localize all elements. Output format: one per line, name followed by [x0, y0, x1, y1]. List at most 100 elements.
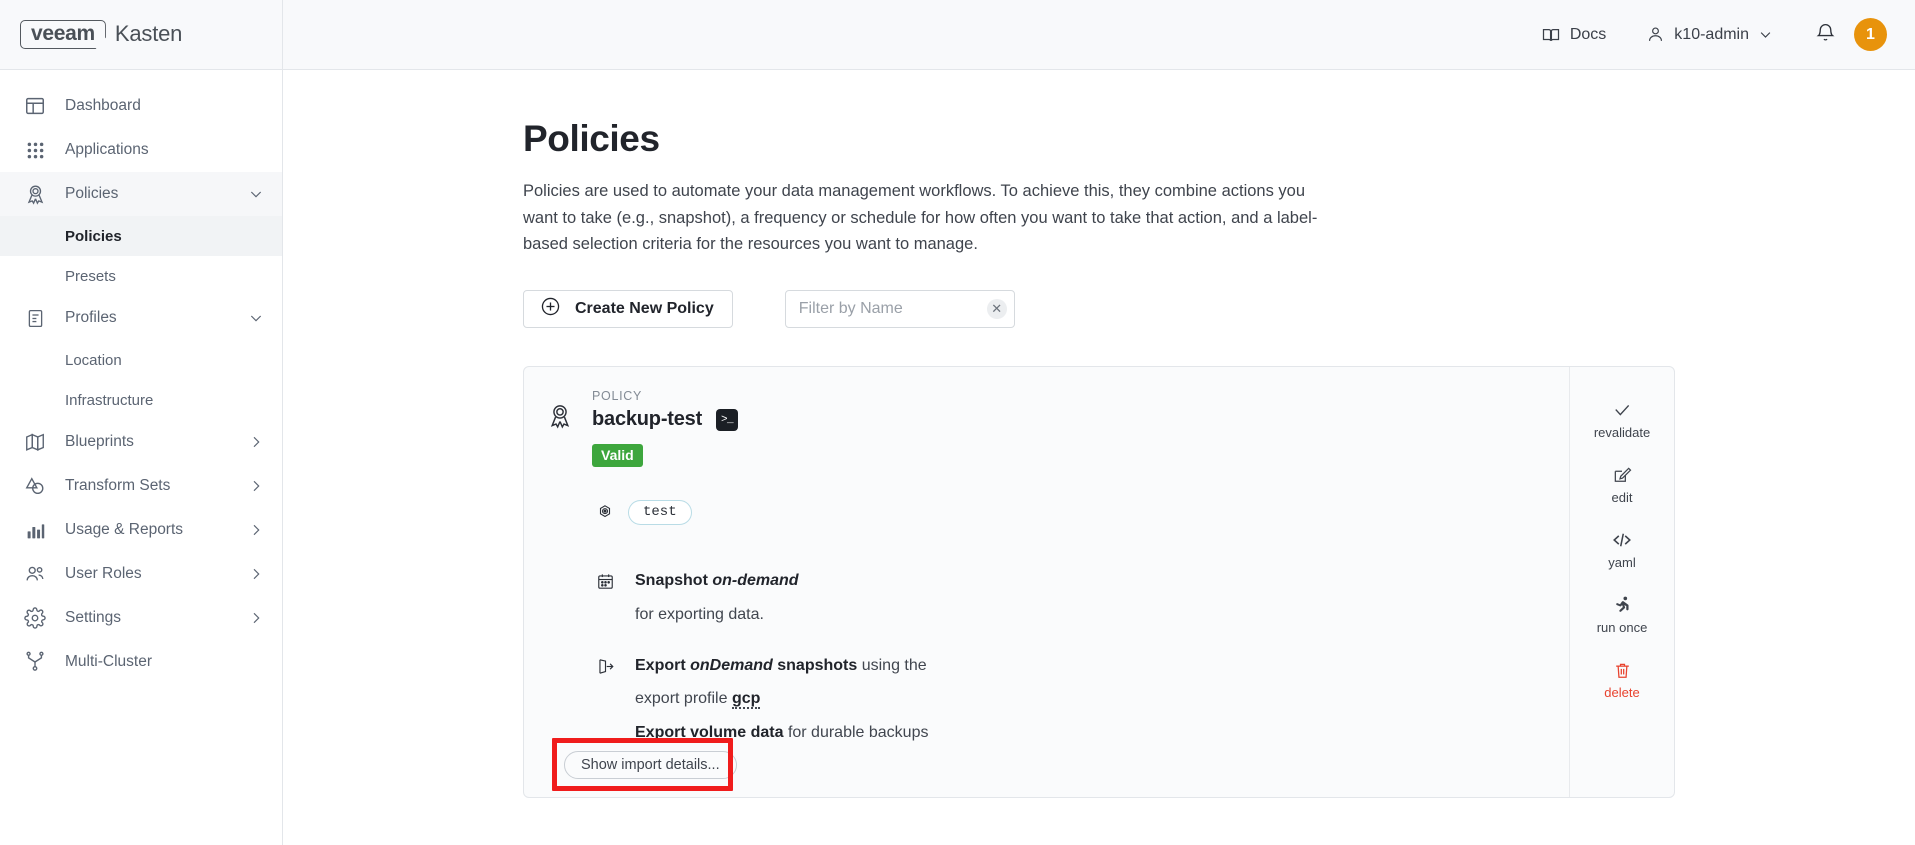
export-headline-rest: using the — [862, 657, 927, 674]
main-area: Docs k10-admin — [283, 0, 1915, 845]
chevron-down-icon — [1758, 27, 1773, 42]
snapshot-frequency-label: on-demand — [712, 572, 798, 589]
bar-chart-icon — [22, 517, 48, 543]
app-root: veeam Kasten Dashboard — [0, 0, 1915, 845]
book-icon — [1541, 25, 1561, 45]
policy-snapshot-action: Snapshot on-demand for exporting data. — [596, 570, 1569, 626]
page-description: Policies are used to automate your data … — [523, 178, 1328, 258]
gear-icon — [22, 605, 48, 631]
filter-input[interactable] — [785, 290, 1015, 328]
sidebar-item-policies-presets[interactable]: Presets — [0, 256, 282, 296]
sidebar-item-multi-cluster[interactable]: Multi-Cluster — [0, 640, 282, 684]
export-volume-label: Export volume data — [635, 724, 783, 741]
sidebar-item-label: Usage & Reports — [65, 521, 248, 539]
docs-label: Docs — [1570, 26, 1606, 44]
sidebar-item-label: User Roles — [65, 565, 248, 583]
sidebar-item-label: Multi-Cluster — [65, 653, 264, 671]
terminal-icon[interactable]: >_ — [716, 409, 738, 431]
plus-circle-icon — [540, 296, 561, 322]
yaml-action-button[interactable]: yaml — [1570, 529, 1674, 570]
edit-action-button[interactable]: edit — [1570, 464, 1674, 505]
revalidate-action-button[interactable]: revalidate — [1570, 399, 1674, 440]
policy-card: POLICY backup-test >_ Valid — [523, 366, 1675, 798]
sidebar-item-blueprints[interactable]: Blueprints — [0, 420, 282, 464]
ribbon-icon — [22, 181, 48, 207]
snapshot-text-block: Snapshot on-demand for exporting data. — [618, 570, 799, 626]
run-once-action-button[interactable]: run once — [1570, 594, 1674, 635]
sidebar-item-label: Blueprints — [65, 433, 248, 451]
export-volume-line: Export volume data for durable backups — [635, 722, 928, 745]
top-bar: Docs k10-admin — [283, 0, 1915, 70]
sidebar: veeam Kasten Dashboard — [0, 0, 283, 845]
policy-card-header: POLICY backup-test >_ Valid — [524, 389, 1569, 467]
chevron-right-icon — [248, 522, 264, 538]
dashboard-icon — [22, 93, 48, 119]
export-kind-label: onDemand — [690, 657, 773, 674]
delete-action-button[interactable]: delete — [1570, 659, 1674, 700]
shapes-icon — [22, 473, 48, 499]
kasten-wordmark: Kasten — [115, 21, 182, 47]
create-new-policy-button[interactable]: Create New Policy — [523, 290, 733, 328]
page-content: Policies Policies are used to automate y… — [283, 70, 1915, 798]
export-profile-name[interactable]: gcp — [732, 690, 760, 709]
sidebar-item-label: Dashboard — [65, 97, 264, 115]
policy-name[interactable]: backup-test — [592, 408, 702, 431]
code-icon — [1611, 529, 1633, 551]
action-label: delete — [1604, 685, 1639, 700]
sidebar-item-policies[interactable]: Policies — [0, 172, 282, 216]
sidebar-item-label: Applications — [65, 141, 264, 159]
action-label: edit — [1612, 490, 1633, 505]
clear-filter-button[interactable]: ✕ — [987, 299, 1007, 319]
runner-icon — [1612, 594, 1633, 616]
sidebar-subitem-label: Location — [65, 352, 122, 369]
import-details-zone: Show import details... — [564, 751, 737, 779]
users-icon — [22, 561, 48, 587]
sidebar-item-dashboard[interactable]: Dashboard — [0, 84, 282, 128]
sidebar-item-user-roles[interactable]: User Roles — [0, 552, 282, 596]
sidebar-item-label: Policies — [65, 185, 248, 203]
policy-name-row: backup-test >_ — [592, 408, 738, 431]
page-title: Policies — [523, 118, 1915, 160]
calendar-icon — [596, 572, 618, 626]
sidebar-item-profiles-location[interactable]: Location — [0, 340, 282, 380]
export-profile-prefix: export profile — [635, 690, 728, 707]
sidebar-nav: Dashboard Applications — [0, 70, 282, 845]
sidebar-item-profiles-infrastructure[interactable]: Infrastructure — [0, 380, 282, 420]
policy-card-actions: revalidate edit — [1569, 367, 1674, 797]
chevron-right-icon — [248, 434, 264, 450]
veeam-wordmark: veeam — [20, 20, 106, 49]
user-menu[interactable]: k10-admin — [1626, 25, 1793, 44]
export-object-label: snapshots — [777, 657, 857, 674]
export-icon — [596, 657, 618, 745]
grid-icon — [22, 137, 48, 163]
snapshot-headline: Snapshot on-demand — [635, 570, 799, 593]
action-label: run once — [1597, 620, 1648, 635]
notifications-bell-button[interactable] — [1793, 22, 1850, 48]
chevron-down-icon — [248, 186, 264, 202]
sidebar-item-profiles[interactable]: Profiles — [0, 296, 282, 340]
sidebar-item-label: Transform Sets — [65, 477, 248, 495]
bell-icon — [1815, 22, 1836, 48]
veeam-kasten-logo[interactable]: veeam Kasten — [20, 20, 182, 49]
sidebar-item-applications[interactable]: Applications — [0, 128, 282, 172]
docs-link[interactable]: Docs — [1521, 25, 1626, 45]
sidebar-item-transform-sets[interactable]: Transform Sets — [0, 464, 282, 508]
snapshot-action-label: Snapshot — [635, 572, 708, 589]
sidebar-item-policies-policies[interactable]: Policies — [0, 216, 282, 256]
sidebar-subitem-label: Infrastructure — [65, 392, 153, 409]
sidebar-item-label: Profiles — [65, 309, 248, 327]
check-icon — [1612, 399, 1632, 421]
export-volume-rest: for durable backups — [788, 724, 929, 741]
user-name-label: k10-admin — [1674, 26, 1749, 44]
show-import-details-button[interactable]: Show import details... — [564, 751, 737, 779]
export-headline: Export onDemand snapshots using the — [635, 655, 928, 678]
sidebar-item-label: Settings — [65, 609, 248, 627]
sidebar-item-settings[interactable]: Settings — [0, 596, 282, 640]
sidebar-item-usage-reports[interactable]: Usage & Reports — [0, 508, 282, 552]
notification-count-badge[interactable]: 1 — [1854, 18, 1887, 51]
ribbon-icon — [546, 402, 576, 467]
chevron-right-icon — [248, 566, 264, 582]
user-icon — [1646, 25, 1665, 44]
policy-export-action: Export onDemand snapshots using the expo… — [596, 655, 1569, 745]
sidebar-subitem-label: Policies — [65, 228, 122, 245]
